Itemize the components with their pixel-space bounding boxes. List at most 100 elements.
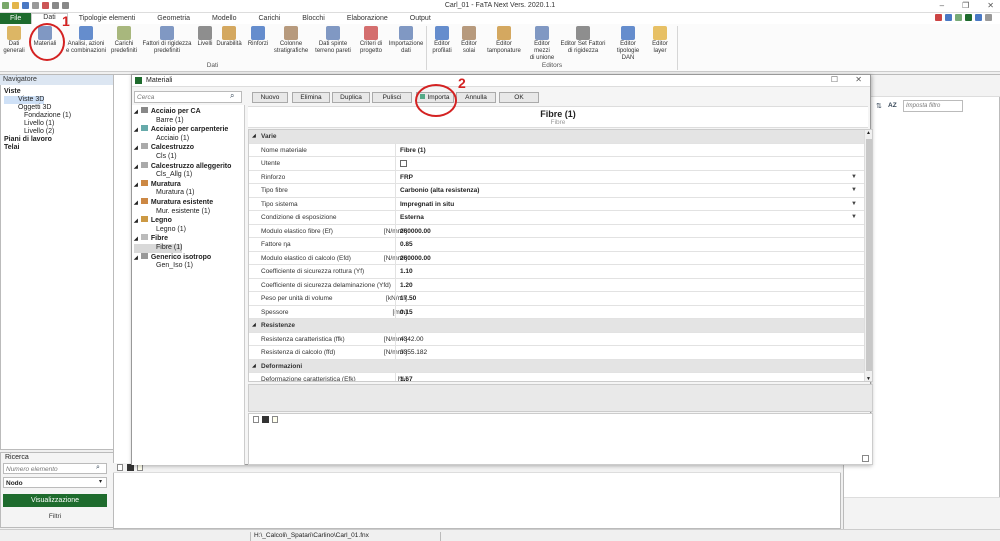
- checkbox[interactable]: [400, 160, 407, 167]
- ok-button[interactable]: OK: [499, 92, 539, 103]
- property-value[interactable]: 260000.00: [395, 251, 865, 265]
- property-section[interactable]: ◢ Resistenze: [249, 319, 865, 333]
- scroll-down-icon[interactable]: ▼: [866, 376, 871, 381]
- ribbon-button-editor-layer[interactable]: Editor layer: [647, 26, 673, 55]
- material-item[interactable]: Barre (1): [134, 117, 242, 126]
- property-value[interactable]: [395, 157, 865, 170]
- property-value[interactable]: 4342.00: [395, 332, 865, 346]
- visualize-button[interactable]: Visualizzazione: [3, 494, 107, 507]
- dialog-close-icon[interactable]: ✕: [855, 75, 862, 84]
- property-value[interactable]: 1.67: [395, 373, 865, 381]
- node-select[interactable]: Nodo: [3, 477, 107, 488]
- collapse-icon[interactable]: ◢: [252, 133, 256, 139]
- menu-blocchi[interactable]: Blocchi: [291, 15, 336, 22]
- close-icon[interactable]: ✕: [987, 1, 994, 10]
- tree-item[interactable]: Fondazione (1): [4, 112, 71, 120]
- collapse-icon[interactable]: ◢: [252, 322, 256, 328]
- material-item[interactable]: Cls (1): [134, 153, 242, 162]
- new-doc-icon[interactable]: [253, 416, 259, 423]
- elimina-button[interactable]: Elimina: [292, 92, 330, 103]
- material-item[interactable]: Muratura (1): [134, 189, 242, 198]
- material-item[interactable]: Cls_Allg (1): [134, 171, 242, 180]
- magnifier-icon[interactable]: ⌕: [230, 91, 234, 101]
- tree-telai[interactable]: Telai: [4, 144, 71, 152]
- menu-geometria[interactable]: Geometria: [146, 15, 201, 22]
- property-value[interactable]: 0.85: [395, 238, 865, 251]
- material-item[interactable]: Legno (1): [134, 226, 242, 235]
- ribbon-button-editor-solai[interactable]: Editor solai: [456, 26, 482, 55]
- minimize-icon[interactable]: –: [940, 1, 944, 10]
- open-doc-icon[interactable]: [137, 464, 143, 471]
- property-value[interactable]: 1.20: [395, 278, 865, 292]
- collapse-icon[interactable]: ◢: [252, 363, 256, 369]
- collapse-icon[interactable]: ◢: [134, 200, 138, 206]
- ribbon-button-carichi-predefiniti[interactable]: Carichi predefiniti: [110, 26, 138, 55]
- export-icon[interactable]: [862, 455, 869, 462]
- notes-area[interactable]: [248, 413, 873, 465]
- material-category[interactable]: ◢ Generico isotropo: [134, 252, 242, 263]
- scroll-up-icon[interactable]: ▲: [866, 130, 871, 136]
- chevron-down-icon[interactable]: ▼: [851, 214, 857, 220]
- tree-viste[interactable]: Viste: [4, 88, 71, 96]
- ribbon-tool-icon[interactable]: [985, 14, 992, 21]
- save-icon[interactable]: [127, 464, 134, 471]
- material-category[interactable]: ◢ Acciaio per CA: [134, 107, 242, 117]
- material-item[interactable]: Mur. esistente (1): [134, 208, 242, 217]
- property-value[interactable]: 3355.182: [395, 346, 865, 359]
- tree-item[interactable]: Oggetti 3D: [4, 104, 71, 112]
- property-section[interactable]: ◢ Deformazioni: [249, 359, 865, 373]
- ribbon-button-livelli[interactable]: Livelli: [196, 26, 214, 48]
- collapse-icon[interactable]: ◢: [134, 109, 138, 115]
- collapse-icon[interactable]: ◢: [134, 164, 138, 170]
- property-section[interactable]: ◢ Varie: [249, 130, 865, 144]
- ribbon-button-rinforzi[interactable]: Rinforzi: [245, 26, 271, 48]
- material-category[interactable]: ◢ Acciaio per carpenterie: [134, 125, 242, 135]
- tree-item[interactable]: Viste 3D: [4, 96, 45, 104]
- tree-piani[interactable]: Piani di lavoro: [4, 136, 71, 144]
- material-item[interactable]: Acciaio (1): [134, 135, 242, 144]
- material-category[interactable]: ◢ Calcestruzzo alleggerito: [134, 161, 242, 172]
- material-item[interactable]: Fibre (1): [134, 243, 183, 253]
- ribbon-tool-icon[interactable]: [945, 14, 952, 21]
- chevron-down-icon[interactable]: ▼: [851, 174, 857, 180]
- open-doc-icon[interactable]: [272, 416, 278, 423]
- ribbon-button-editor-tamponature[interactable]: Editor tamponature: [485, 26, 523, 55]
- chevron-down-icon[interactable]: ▾: [99, 478, 102, 485]
- property-value[interactable]: Fibre (1): [395, 143, 865, 157]
- menu-modello[interactable]: Modello: [201, 15, 248, 22]
- material-category[interactable]: ◢ Legno: [134, 216, 242, 226]
- property-value[interactable]: Esterna ▼: [395, 211, 865, 224]
- ribbon-tool-icon[interactable]: [935, 14, 942, 21]
- ribbon-button-fattori-di-rigidezza-predefiniti[interactable]: Fattori di rigidezza predefiniti: [141, 26, 193, 55]
- collapse-icon[interactable]: ◢: [134, 218, 138, 224]
- filters-tab[interactable]: Filtri: [3, 513, 107, 520]
- material-item[interactable]: Gen_Iso (1): [134, 262, 242, 271]
- property-value[interactable]: Carbonio (alta resistenza) ▼: [395, 184, 865, 197]
- ribbon-button-importazione-dati[interactable]: Importazione dati: [387, 26, 425, 55]
- alpha-sort-icon[interactable]: AZ: [888, 102, 897, 109]
- annulla-button[interactable]: Annulla: [456, 92, 496, 103]
- ribbon-button-dati-generali[interactable]: Dati generali: [0, 26, 28, 55]
- ribbon-tool-icon[interactable]: [975, 14, 982, 21]
- material-category[interactable]: ◢ Calcestruzzo: [134, 143, 242, 153]
- collapse-icon[interactable]: ◢: [134, 236, 138, 242]
- menu-output[interactable]: Output: [399, 15, 442, 22]
- filter-input[interactable]: Imposta filtro: [903, 100, 963, 112]
- new-doc-icon[interactable]: [117, 464, 123, 471]
- collapse-icon[interactable]: ◢: [134, 255, 138, 261]
- ribbon-button-editor-tipologie-dan[interactable]: Editor tipologie DAN: [613, 26, 643, 62]
- chevron-down-icon[interactable]: ▼: [851, 187, 857, 193]
- chevron-down-icon[interactable]: ▼: [851, 201, 857, 207]
- ribbon-button-editor-set-fattori-di-rigidezza[interactable]: Editor Set Fattori di rigidezza: [558, 26, 608, 55]
- ribbon-tool-icon[interactable]: [955, 14, 962, 21]
- ribbon-button-dati-spinte-terreno-pareti[interactable]: Dati spinte terreno pareti: [313, 26, 353, 55]
- tree-item[interactable]: Livello (2): [4, 128, 71, 136]
- property-value[interactable]: 17.50: [395, 292, 865, 305]
- menu-carichi[interactable]: Carichi: [248, 15, 292, 22]
- dialog-maximize-icon[interactable]: ☐: [831, 75, 838, 84]
- collapse-icon[interactable]: ◢: [134, 145, 138, 151]
- duplica-button[interactable]: Duplica: [332, 92, 370, 103]
- ribbon-button-analisi-azioni-e-combinazioni[interactable]: Analisi, azioni e combinazioni: [64, 26, 108, 55]
- property-value[interactable]: 260000.00: [395, 224, 865, 238]
- maximize-icon[interactable]: ❐: [962, 1, 969, 10]
